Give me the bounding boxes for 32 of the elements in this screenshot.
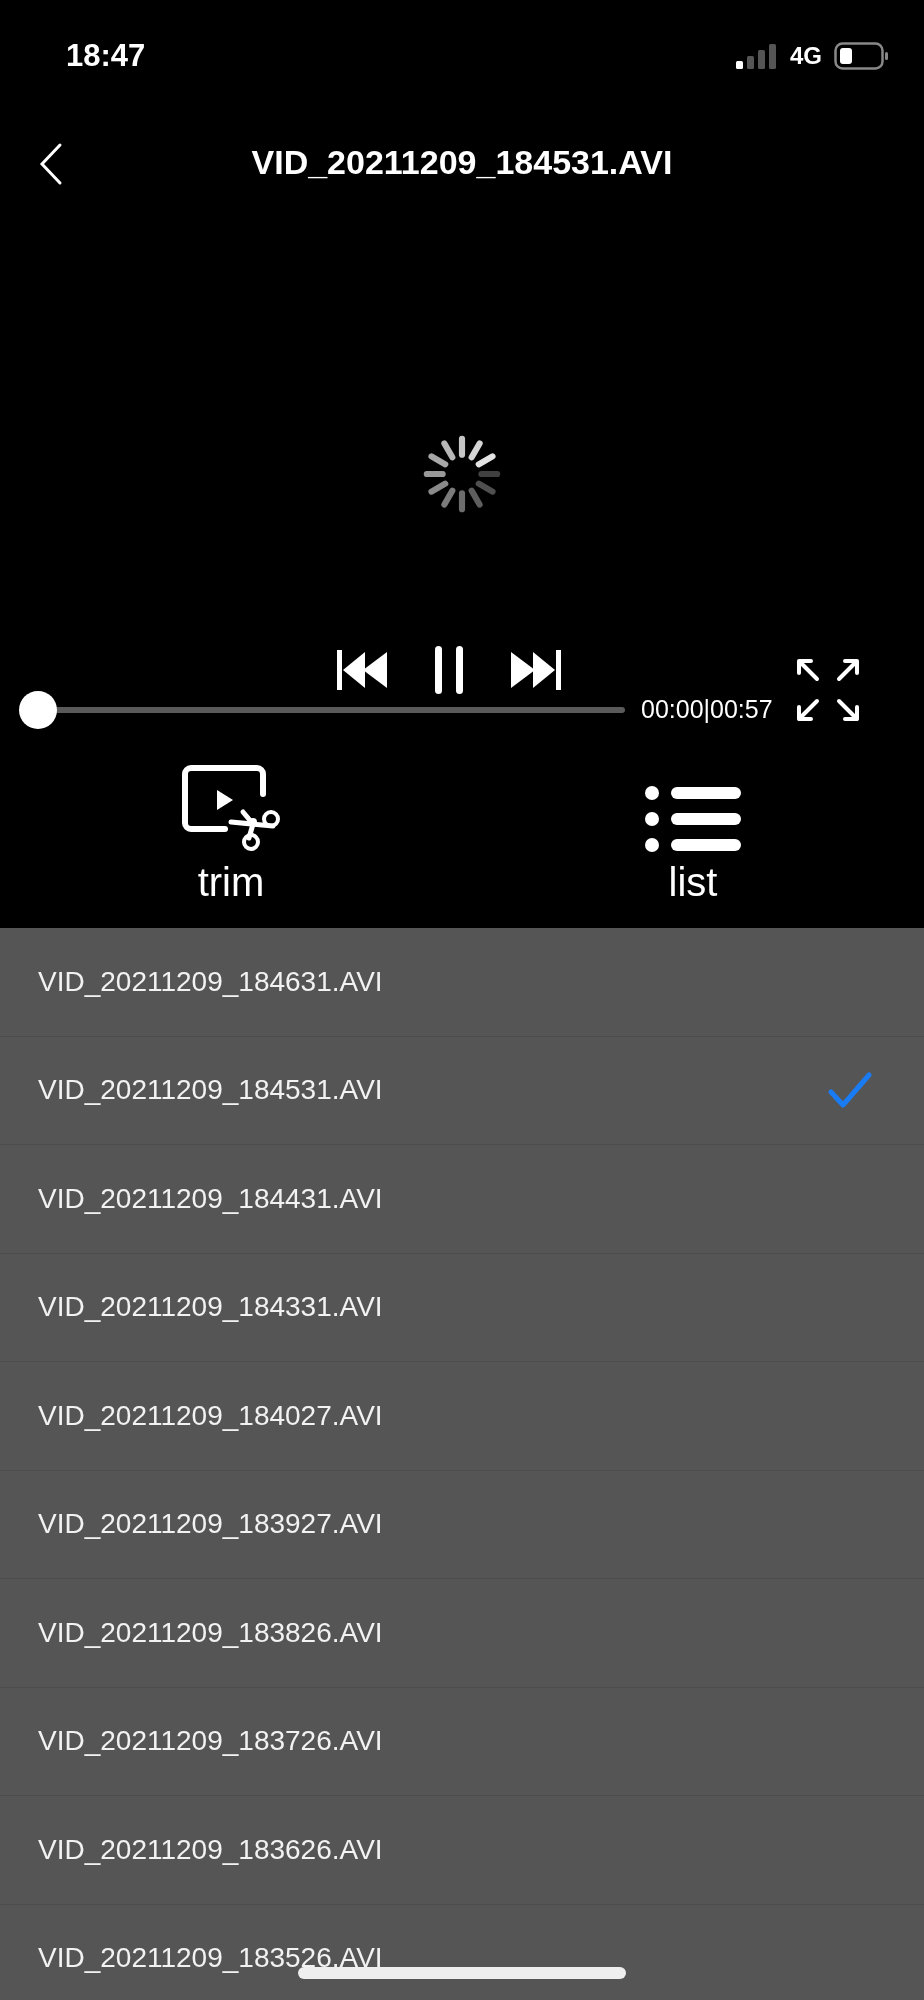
file-name: VID_20211209_184631.AVI — [38, 964, 383, 999]
progress-thumb[interactable] — [19, 691, 57, 729]
pause-button[interactable] — [435, 646, 463, 694]
fullscreen-button[interactable] — [794, 657, 861, 723]
battery-icon — [834, 42, 890, 70]
file-name: VID_20211209_183826.AVI — [38, 1615, 383, 1650]
file-name: VID_20211209_183726.AVI — [38, 1724, 383, 1759]
file-name: VID_20211209_183526.AVI — [38, 1941, 383, 1976]
trim-button[interactable]: trim — [0, 752, 462, 928]
next-button[interactable] — [509, 650, 561, 690]
list-button[interactable]: list — [462, 752, 924, 928]
file-name: VID_20211209_183927.AVI — [38, 1507, 383, 1542]
file-name: VID_20211209_184531.AVI — [38, 1073, 383, 1108]
file-name: VID_20211209_184027.AVI — [38, 1398, 383, 1433]
playback-time: 00:00|00:57 — [641, 694, 773, 726]
file-name: VID_20211209_183626.AVI — [38, 1832, 383, 1867]
progress-slider[interactable] — [19, 691, 625, 729]
skip-forward-icon — [509, 650, 561, 690]
signal-icon — [736, 43, 778, 69]
previous-button[interactable] — [337, 650, 389, 690]
pause-icon — [435, 646, 463, 694]
skip-back-icon — [337, 650, 389, 690]
file-name: VID_20211209_184431.AVI — [38, 1181, 383, 1216]
trim-icon — [181, 764, 281, 852]
back-button[interactable] — [38, 142, 64, 186]
expand-icon — [794, 657, 861, 723]
video-title: VID_20211209_184531.AVI — [251, 141, 673, 183]
status-time: 18:47 — [66, 36, 146, 75]
back-icon — [38, 142, 64, 186]
network-label: 4G — [790, 41, 822, 71]
file-name: VID_20211209_184331.AVI — [38, 1290, 383, 1325]
list-icon — [645, 786, 741, 852]
